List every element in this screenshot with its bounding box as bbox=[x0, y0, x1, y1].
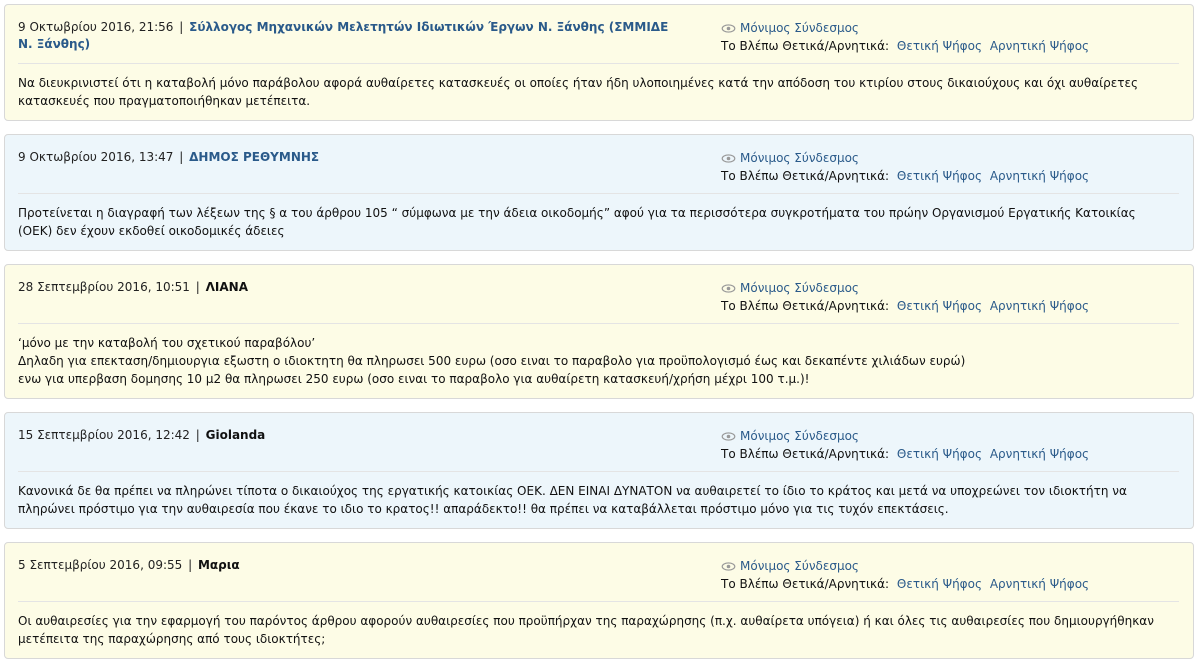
divider bbox=[18, 323, 1179, 324]
eye-icon bbox=[721, 24, 736, 33]
comment-list: 9 Οκτωβρίου 2016, 21:56 | Σύλλογος Μηχαν… bbox=[0, 0, 1200, 659]
meta-separator: | bbox=[195, 428, 200, 442]
vote-prompt: Το Βλέπω Θετικά/Αρνητικά: bbox=[721, 299, 890, 313]
comment-text: ενω για υπερβαση δομησης 10 μ2 θα πληρωσ… bbox=[18, 372, 810, 386]
downvote-button[interactable]: Αρνητική Ψήφος bbox=[990, 447, 1089, 461]
comment-date: 15 Σεπτεμβρίου 2016, 12:42 bbox=[18, 428, 190, 442]
comment-text: ‘μόνο με την καταβολή του σχετικού παραβ… bbox=[18, 336, 316, 350]
comment-header: 15 Σεπτεμβρίου 2016, 12:42 | Giolanda Μό… bbox=[18, 427, 1179, 463]
upvote-button[interactable]: Θετική Ψήφος bbox=[897, 299, 982, 313]
permalink-link[interactable]: Μόνιμος Σύνδεσμος bbox=[740, 281, 859, 295]
meta-separator: | bbox=[188, 558, 193, 572]
comment-date: 9 Οκτωβρίου 2016, 21:56 bbox=[18, 20, 174, 34]
divider bbox=[18, 63, 1179, 64]
permalink-link[interactable]: Μόνιμος Σύνδεσμος bbox=[740, 151, 859, 165]
comment-text: Να διευκρινιστεί ότι η καταβολή μόνο παρ… bbox=[18, 76, 1139, 108]
eye-icon bbox=[721, 284, 736, 293]
comment-card: 28 Σεπτεμβρίου 2016, 10:51 | ΛΙΑΝΑ Μόνιμ… bbox=[4, 264, 1194, 399]
comment-meta: 5 Σεπτεμβρίου 2016, 09:55 | Μαρια bbox=[18, 557, 678, 574]
comment-meta: 15 Σεπτεμβρίου 2016, 12:42 | Giolanda bbox=[18, 427, 678, 444]
divider bbox=[18, 601, 1179, 602]
comment-meta: 9 Οκτωβρίου 2016, 13:47 | ΔΗΜΟΣ ΡΕΘΥΜΝΗΣ bbox=[18, 149, 678, 166]
comment-header: 9 Οκτωβρίου 2016, 21:56 | Σύλλογος Μηχαν… bbox=[18, 19, 1179, 55]
vote-row: Το Βλέπω Θετικά/Αρνητικά: Θετική Ψήφος Α… bbox=[721, 37, 1089, 55]
comment-body: Να διευκρινιστεί ότι η καταβολή μόνο παρ… bbox=[18, 74, 1168, 110]
vote-row: Το Βλέπω Θετικά/Αρνητικά: Θετική Ψήφος Α… bbox=[721, 167, 1089, 185]
permalink-link[interactable]: Μόνιμος Σύνδεσμος bbox=[740, 21, 859, 35]
meta-separator: | bbox=[179, 150, 184, 164]
author-name: Giolanda bbox=[205, 428, 266, 442]
comment-actions: Μόνιμος Σύνδεσμος Το Βλέπω Θετικά/Αρνητι… bbox=[721, 279, 1089, 315]
permalink-link[interactable]: Μόνιμος Σύνδεσμος bbox=[740, 429, 859, 443]
upvote-button[interactable]: Θετική Ψήφος bbox=[897, 169, 982, 183]
meta-separator: | bbox=[179, 20, 184, 34]
comment-card: 9 Οκτωβρίου 2016, 21:56 | Σύλλογος Μηχαν… bbox=[4, 4, 1194, 121]
comment-text: Δηλαδη για επεκταση/δημιουργια εξωστη ο … bbox=[18, 354, 966, 368]
downvote-button[interactable]: Αρνητική Ψήφος bbox=[990, 169, 1089, 183]
eye-icon bbox=[721, 154, 736, 163]
comment-text: Προτείνεται η διαγραφή των λέξεων της § … bbox=[18, 206, 1136, 238]
comment-card: 5 Σεπτεμβρίου 2016, 09:55 | Μαρια Μόνιμο… bbox=[4, 542, 1194, 659]
comment-text: Κανονικά δε θα πρέπει να πληρώνει τίποτα… bbox=[18, 484, 1127, 516]
comment-header: 28 Σεπτεμβρίου 2016, 10:51 | ΛΙΑΝΑ Μόνιμ… bbox=[18, 279, 1179, 315]
upvote-button[interactable]: Θετική Ψήφος bbox=[897, 577, 982, 591]
author-name: Μαρια bbox=[197, 558, 240, 572]
downvote-button[interactable]: Αρνητική Ψήφος bbox=[990, 577, 1089, 591]
author-link[interactable]: ΔΗΜΟΣ ΡΕΘΥΜΝΗΣ bbox=[189, 150, 319, 164]
comment-date: 9 Οκτωβρίου 2016, 13:47 bbox=[18, 150, 174, 164]
vote-prompt: Το Βλέπω Θετικά/Αρνητικά: bbox=[721, 577, 890, 591]
eye-icon bbox=[721, 432, 736, 441]
permalink-link[interactable]: Μόνιμος Σύνδεσμος bbox=[740, 559, 859, 573]
comment-meta: 9 Οκτωβρίου 2016, 21:56 | Σύλλογος Μηχαν… bbox=[18, 19, 678, 53]
comment-actions: Μόνιμος Σύνδεσμος Το Βλέπω Θετικά/Αρνητι… bbox=[721, 427, 1089, 463]
vote-row: Το Βλέπω Θετικά/Αρνητικά: Θετική Ψήφος Α… bbox=[721, 575, 1089, 593]
upvote-button[interactable]: Θετική Ψήφος bbox=[897, 39, 982, 53]
divider bbox=[18, 471, 1179, 472]
comment-meta: 28 Σεπτεμβρίου 2016, 10:51 | ΛΙΑΝΑ bbox=[18, 279, 678, 296]
eye-icon bbox=[721, 562, 736, 571]
vote-prompt: Το Βλέπω Θετικά/Αρνητικά: bbox=[721, 39, 890, 53]
comment-body: Προτείνεται η διαγραφή των λέξεων της § … bbox=[18, 204, 1168, 240]
comment-date: 28 Σεπτεμβρίου 2016, 10:51 bbox=[18, 280, 190, 294]
vote-row: Το Βλέπω Θετικά/Αρνητικά: Θετική Ψήφος Α… bbox=[721, 297, 1089, 315]
comment-body: Κανονικά δε θα πρέπει να πληρώνει τίποτα… bbox=[18, 482, 1168, 518]
meta-separator: | bbox=[195, 280, 200, 294]
comment-header: 9 Οκτωβρίου 2016, 13:47 | ΔΗΜΟΣ ΡΕΘΥΜΝΗΣ… bbox=[18, 149, 1179, 185]
comment-card: 9 Οκτωβρίου 2016, 13:47 | ΔΗΜΟΣ ΡΕΘΥΜΝΗΣ… bbox=[4, 134, 1194, 251]
downvote-button[interactable]: Αρνητική Ψήφος bbox=[990, 39, 1089, 53]
downvote-button[interactable]: Αρνητική Ψήφος bbox=[990, 299, 1089, 313]
comment-actions: Μόνιμος Σύνδεσμος Το Βλέπω Θετικά/Αρνητι… bbox=[721, 19, 1089, 55]
vote-prompt: Το Βλέπω Θετικά/Αρνητικά: bbox=[721, 447, 890, 461]
comment-date: 5 Σεπτεμβρίου 2016, 09:55 bbox=[18, 558, 183, 572]
divider bbox=[18, 193, 1179, 194]
vote-row: Το Βλέπω Θετικά/Αρνητικά: Θετική Ψήφος Α… bbox=[721, 445, 1089, 463]
author-name: ΛΙΑΝΑ bbox=[205, 280, 248, 294]
vote-prompt: Το Βλέπω Θετικά/Αρνητικά: bbox=[721, 169, 890, 183]
comment-header: 5 Σεπτεμβρίου 2016, 09:55 | Μαρια Μόνιμο… bbox=[18, 557, 1179, 593]
upvote-button[interactable]: Θετική Ψήφος bbox=[897, 447, 982, 461]
comment-actions: Μόνιμος Σύνδεσμος Το Βλέπω Θετικά/Αρνητι… bbox=[721, 557, 1089, 593]
comment-actions: Μόνιμος Σύνδεσμος Το Βλέπω Θετικά/Αρνητι… bbox=[721, 149, 1089, 185]
comment-card: 15 Σεπτεμβρίου 2016, 12:42 | Giolanda Μό… bbox=[4, 412, 1194, 529]
comment-body: ‘μόνο με την καταβολή του σχετικού παραβ… bbox=[18, 334, 1168, 388]
